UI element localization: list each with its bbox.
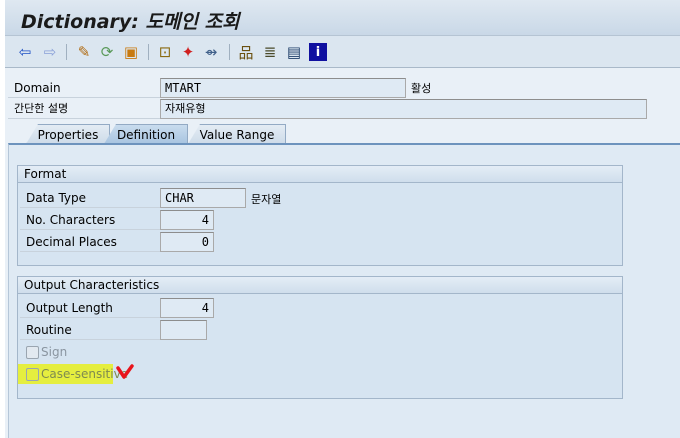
data-type-label: Data Type [20,188,160,208]
back-icon[interactable]: ⇦ [16,43,34,61]
red-check-mark-icon [116,364,134,379]
short-description-field[interactable]: 자재유형 [160,99,647,119]
print-icon[interactable]: ≣ [261,43,279,61]
forward-icon[interactable]: ⇨ [41,43,59,61]
title-bar: Dictionary: 도메인 조회 [5,0,680,36]
other-object-icon[interactable]: ▣ [122,43,140,61]
info-icon[interactable]: i [309,43,327,61]
tab-properties[interactable]: Properties [26,124,110,144]
hierarchy-icon[interactable]: 品 [237,43,255,62]
routine-label: Routine [20,320,160,340]
sign-label: Sign [41,345,68,359]
sign-checkbox[interactable] [26,346,39,359]
data-type-description: 문자열 [251,193,282,206]
output-length-field[interactable]: 4 [160,298,214,318]
separator [66,44,67,60]
domain-status: 활성 [411,82,432,95]
toolbar: ⇦ ⇨ ✎ ⟳ ▣ ⊡ ✦ ⇴ 品 ≣ ▤ i [5,36,680,68]
decimal-places-field[interactable]: 0 [160,232,214,252]
tab-definition[interactable]: Definition [104,124,188,144]
case-sensitive-checkbox[interactable] [26,368,39,381]
activate-icon[interactable]: ✦ [179,43,197,61]
list-icon[interactable]: ▤ [285,43,303,61]
case-sensitive-label: Case-sensitive [41,367,129,381]
format-group-title: Format [18,166,622,183]
output-length-label: Output Length [20,298,160,318]
where-used-icon[interactable]: ⊡ [156,43,174,61]
domain-field[interactable]: MTART [160,78,406,98]
separator [148,44,149,60]
display-change-icon[interactable]: ✎ [75,43,93,61]
navigate-icon[interactable]: ⇴ [202,43,220,61]
separator [229,44,230,60]
page-title: Dictionary: 도메인 조회 [21,11,240,33]
data-type-field[interactable]: CHAR [160,188,246,208]
tab-value-range[interactable]: Value Range [188,124,286,144]
no-characters-field[interactable]: 4 [160,210,214,230]
domain-label: Domain [8,78,160,98]
no-characters-label: No. Characters [20,210,160,230]
active-inactive-icon[interactable]: ⟳ [98,43,116,61]
short-description-label: 간단한 설명 [8,99,160,119]
decimal-places-label: Decimal Places [20,232,160,252]
output-group-title: Output Characteristics [18,277,622,294]
routine-field[interactable] [160,320,207,340]
